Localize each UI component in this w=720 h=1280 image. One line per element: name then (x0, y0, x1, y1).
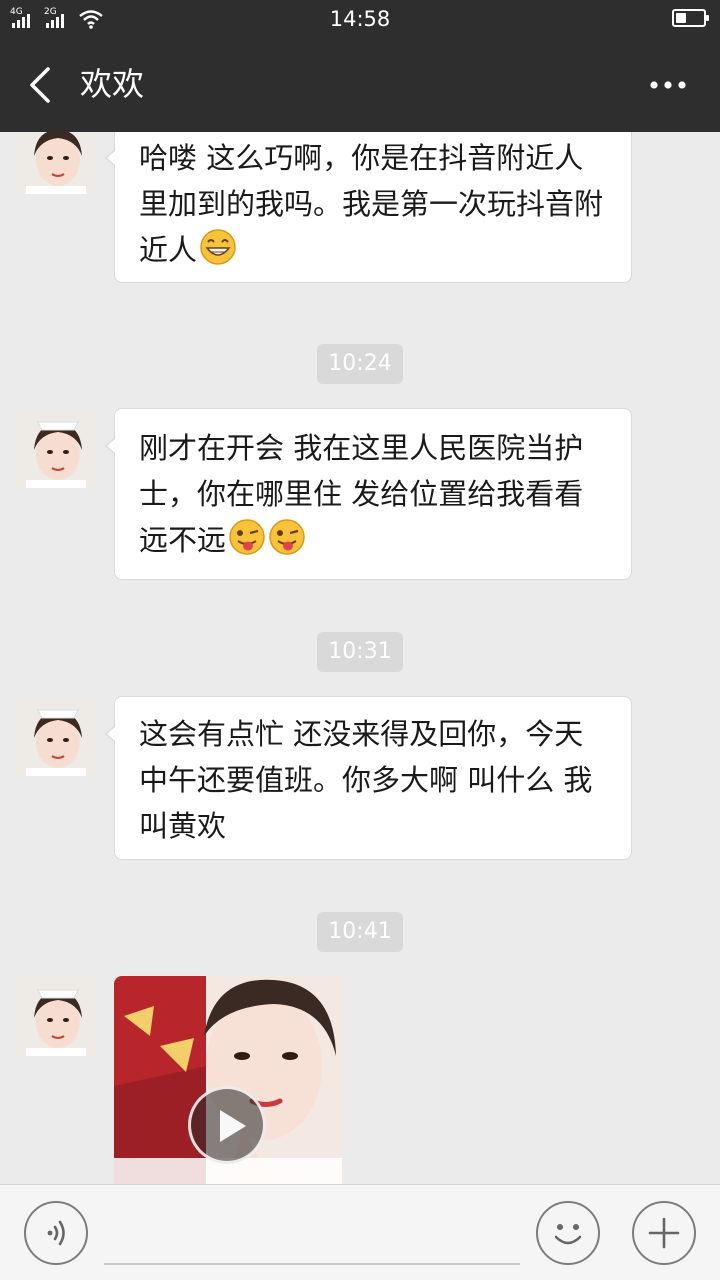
avatar[interactable] (16, 696, 96, 776)
input-bar (0, 1184, 720, 1280)
avatar-photo (16, 976, 96, 1056)
status-bar: 4G 2G 14:58 (0, 0, 720, 38)
message-item: 哈喽 这么巧啊，你是在抖音附近人里加到的我吗。我是第一次玩抖音附近人 (0, 132, 720, 292)
message-input[interactable] (104, 1203, 520, 1265)
avatar[interactable] (16, 976, 96, 1056)
message-bubble[interactable]: 这会有点忙 还没来得及回你，今天中午还要值班。你多大啊 叫什么 我叫黄欢 (105, 696, 632, 860)
message-timestamp: 10:31 (317, 632, 403, 672)
message-item: 刚才在开会 我在这里人民医院当护士，你在哪里住 发给位置给我看看远不远 (0, 408, 720, 580)
avatar-photo (16, 408, 96, 488)
more-button[interactable] (646, 68, 690, 102)
winking-tongue-face-emoji-icon (268, 518, 306, 556)
back-button[interactable] (18, 60, 62, 110)
battery-icon (672, 9, 709, 27)
message-text: 刚才在开会 我在这里人民医院当护士，你在哪里住 发给位置给我看看远不远 (139, 431, 584, 557)
message-list[interactable]: 哈喽 这么巧啊，你是在抖音附近人里加到的我吗。我是第一次玩抖音附近人 10:24… (0, 132, 720, 1184)
status-time: 14:58 (329, 7, 391, 31)
avatar[interactable] (16, 132, 96, 194)
avatar-photo (16, 132, 96, 194)
message-timestamp: 10:41 (317, 912, 403, 952)
battery-level (676, 13, 686, 23)
avatar[interactable] (16, 408, 96, 488)
winking-tongue-face-emoji-icon (228, 518, 266, 556)
more-dots-icon (650, 81, 686, 89)
plus-icon (648, 1217, 680, 1249)
emoji-button[interactable] (536, 1201, 600, 1265)
video-message[interactable] (114, 976, 342, 1184)
smiley-icon (554, 1224, 582, 1245)
avatar-photo (16, 696, 96, 776)
message-bubble[interactable]: 哈喽 这么巧啊，你是在抖音附近人里加到的我吗。我是第一次玩抖音附近人 (105, 132, 632, 283)
message-timestamp: 10:24 (317, 344, 403, 384)
voice-icon (47, 1220, 65, 1246)
chat-title: 欢欢 (80, 65, 145, 103)
message-text: 这会有点忙 还没来得及回你，今天中午还要值班。你多大啊 叫什么 我叫黄欢 (139, 717, 593, 843)
chat-header: 欢欢 (0, 38, 720, 132)
voice-button[interactable] (24, 1201, 88, 1265)
plus-button[interactable] (632, 1201, 696, 1265)
grinning-face-emoji-icon (199, 228, 237, 266)
message-item: 这会有点忙 还没来得及回你，今天中午还要值班。你多大啊 叫什么 我叫黄欢 (0, 696, 720, 860)
message-item (0, 976, 720, 1184)
message-bubble[interactable]: 刚才在开会 我在这里人民医院当护士，你在哪里住 发给位置给我看看远不远 (105, 408, 632, 580)
play-button[interactable] (188, 1086, 266, 1164)
chevron-left-icon (30, 67, 50, 103)
